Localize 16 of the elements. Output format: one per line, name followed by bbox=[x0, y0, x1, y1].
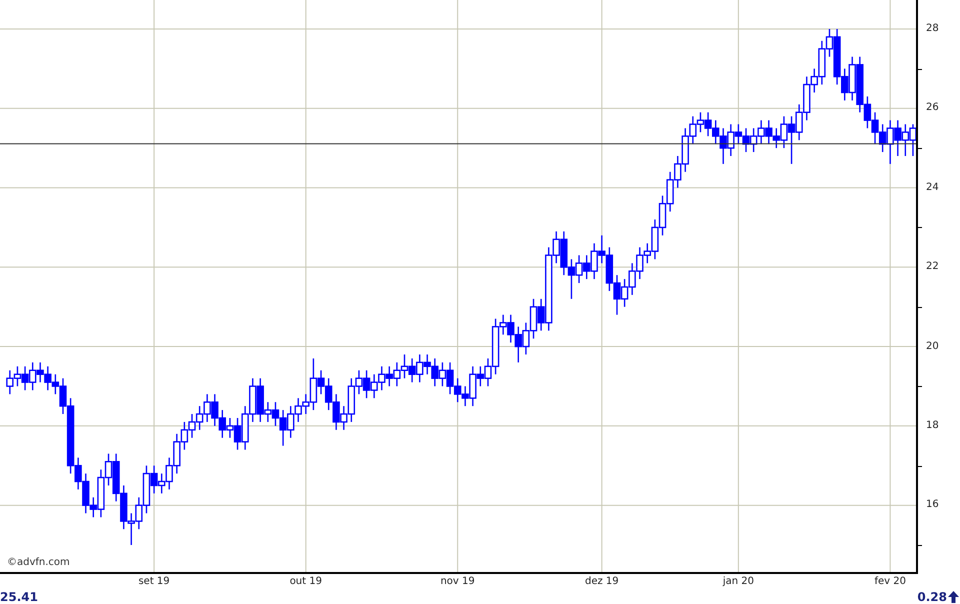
y-axis-label: 22 bbox=[926, 260, 939, 274]
price-change: 0.28 bbox=[917, 590, 947, 604]
y-axis-label: 20 bbox=[926, 340, 939, 354]
y-axis-label: 26 bbox=[926, 101, 939, 116]
y-axis-label: 16 bbox=[926, 498, 939, 512]
x-axis-label: jan 20 bbox=[722, 576, 755, 588]
x-axis-label: nov 19 bbox=[439, 576, 476, 588]
x-axis-label: fev 20 bbox=[873, 576, 907, 588]
x-axis-label: dez 19 bbox=[584, 576, 620, 588]
y-axis-label: 24 bbox=[926, 180, 939, 195]
y-axis-label: 18 bbox=[926, 418, 939, 433]
last-price: 25.41 bbox=[0, 590, 38, 604]
credit-text: ©advfn.com bbox=[7, 557, 70, 568]
x-axis-label: set 19 bbox=[137, 576, 171, 588]
x-axis-label: out 19 bbox=[288, 576, 323, 588]
y-axis-label: 28 bbox=[926, 22, 939, 36]
